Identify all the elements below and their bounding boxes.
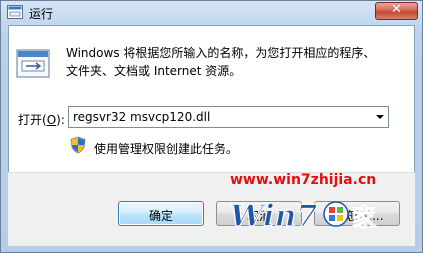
uac-shield-icon — [70, 136, 86, 154]
command-combobox[interactable]: regsvr32 msvcp120.dll — [68, 106, 389, 128]
win7-logo-watermark: Win7 家 — [229, 198, 376, 234]
run-app-icon — [7, 5, 23, 19]
admin-privileges-note: 使用管理权限创建此任务。 — [94, 142, 239, 156]
close-icon: ✕ — [391, 2, 402, 17]
ok-button-label: 确定 — [148, 209, 173, 223]
watermark-url: www.win7zhijia.cn — [230, 172, 377, 188]
ok-button[interactable]: 确定 — [118, 201, 204, 226]
close-button[interactable]: ✕ — [375, 2, 418, 20]
svg-text:Win7: Win7 — [230, 199, 317, 234]
title-bar[interactable]: 运行 ✕ — [1, 1, 423, 25]
chevron-down-icon[interactable] — [370, 107, 388, 127]
open-label: 打开(O): — [18, 113, 65, 127]
open-hotkey: O — [46, 113, 57, 127]
window-title: 运行 — [29, 7, 54, 21]
dialog-description: Windows 将根据您所输入的名称，为您打开相应的程序、文件夹、文档或 Int… — [66, 46, 376, 78]
run-program-icon — [16, 49, 50, 78]
command-input[interactable]: regsvr32 msvcp120.dll — [73, 110, 210, 124]
svg-text:家: 家 — [352, 204, 376, 232]
